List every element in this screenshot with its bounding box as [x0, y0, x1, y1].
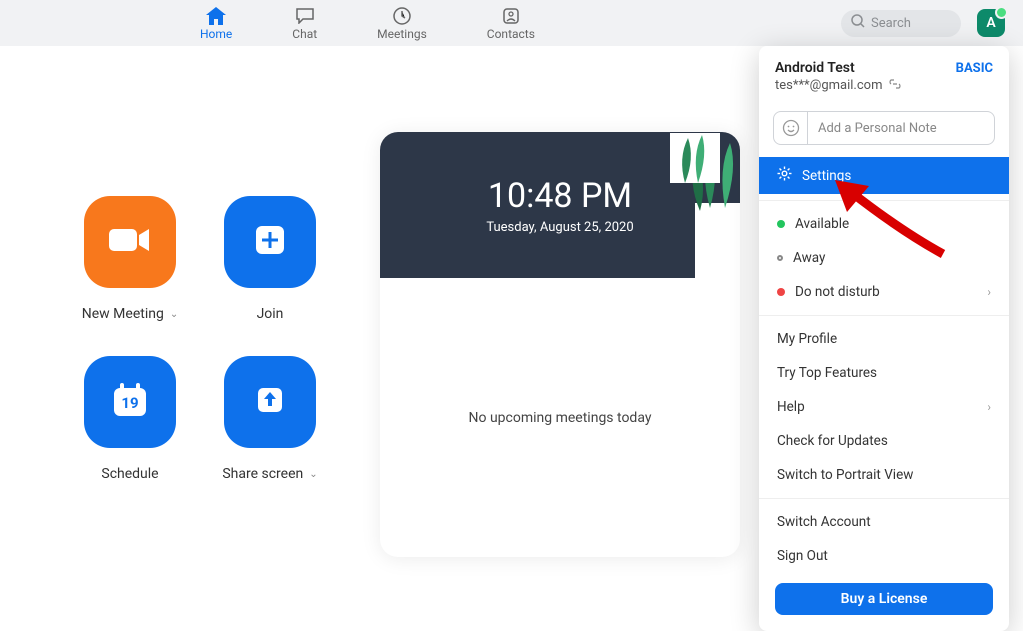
- action-label: New Meeting: [82, 306, 164, 322]
- tab-contacts[interactable]: Contacts: [487, 6, 535, 41]
- plant-decoration: [660, 132, 740, 278]
- panel-time: 10:48 PM: [488, 176, 632, 216]
- status-available-icon: [777, 220, 785, 228]
- emoji-icon: [774, 111, 808, 145]
- menu-settings[interactable]: Settings: [759, 157, 1009, 194]
- personal-note-input[interactable]: Add a Personal Note: [773, 111, 995, 145]
- menu-portrait-view[interactable]: Switch to Portrait View: [759, 458, 1009, 492]
- action-join: Join: [200, 196, 340, 356]
- menu-label: Help: [777, 399, 805, 415]
- buy-license-button[interactable]: Buy a License: [775, 583, 993, 615]
- tab-chat-label: Chat: [292, 27, 317, 41]
- buy-license-label: Buy a License: [841, 591, 928, 607]
- action-label: Schedule: [101, 466, 158, 482]
- profile-dropdown: Android Test BASIC tes***@gmail.com Add …: [759, 46, 1009, 631]
- menu-label: Do not disturb: [795, 284, 880, 300]
- schedule-button[interactable]: 19: [84, 356, 176, 448]
- link-icon: [888, 78, 902, 93]
- menu-label: Settings: [802, 168, 851, 184]
- chevron-down-icon: ⌄: [309, 469, 317, 480]
- tab-meetings-label: Meetings: [377, 27, 427, 41]
- menu-label: Check for Updates: [777, 433, 888, 449]
- action-label: Join: [257, 306, 284, 322]
- note-placeholder: Add a Personal Note: [808, 121, 994, 136]
- chevron-right-icon: ›: [987, 285, 991, 299]
- menu-switch-account[interactable]: Switch Account: [759, 505, 1009, 539]
- menu-my-profile[interactable]: My Profile: [759, 322, 1009, 356]
- home-icon: [206, 6, 226, 26]
- tab-meetings[interactable]: Meetings: [377, 6, 427, 41]
- profile-name: Android Test: [775, 60, 855, 76]
- menu-label: Available: [795, 216, 849, 232]
- panel-body: No upcoming meetings today: [380, 278, 740, 557]
- dropdown-header: Android Test BASIC tes***@gmail.com: [759, 46, 1009, 101]
- share-up-icon: [252, 382, 288, 422]
- calendar-day: 19: [109, 394, 151, 412]
- menu-label: Switch to Portrait View: [777, 467, 913, 483]
- search-placeholder: Search: [871, 16, 911, 31]
- separator: [759, 315, 1009, 316]
- tab-home[interactable]: Home: [200, 6, 232, 41]
- tab-contacts-label: Contacts: [487, 27, 535, 41]
- panel-hero: 10:48 PM Tuesday, August 25, 2020: [380, 132, 740, 278]
- action-new-meeting: New Meeting ⌄: [60, 196, 200, 356]
- menu-dnd[interactable]: Do not disturb ›: [759, 275, 1009, 309]
- menu-label: Away: [793, 250, 825, 266]
- chevron-right-icon: ›: [987, 400, 991, 414]
- tab-chat[interactable]: Chat: [292, 6, 317, 41]
- chevron-down-icon: ⌄: [170, 309, 178, 320]
- separator: [759, 498, 1009, 499]
- action-share-screen: Share screen ⌄: [200, 356, 340, 516]
- new-meeting-label-row[interactable]: New Meeting ⌄: [82, 306, 178, 322]
- menu-sign-out[interactable]: Sign Out: [759, 539, 1009, 573]
- menu-label: Switch Account: [777, 514, 871, 530]
- status-dnd-icon: [777, 288, 785, 296]
- plan-badge: BASIC: [956, 61, 993, 76]
- menu-label: Try Top Features: [777, 365, 877, 381]
- tab-home-label: Home: [200, 27, 232, 41]
- actions-grid: New Meeting ⌄ Join 19 Schedule: [60, 96, 340, 557]
- new-meeting-button[interactable]: [84, 196, 176, 288]
- avatar-letter: A: [986, 15, 995, 31]
- separator: [759, 200, 1009, 201]
- gear-icon: [777, 166, 792, 185]
- menu-check-updates[interactable]: Check for Updates: [759, 424, 1009, 458]
- no-meetings-text: No upcoming meetings today: [469, 410, 652, 426]
- meetings-panel: 10:48 PM Tuesday, August 25, 2020 No upc…: [380, 132, 740, 557]
- menu-label: My Profile: [777, 331, 837, 347]
- top-navbar: Home Chat Meetings Contacts Search: [0, 0, 1023, 46]
- menu-away[interactable]: Away: [759, 241, 1009, 275]
- search-icon: [851, 14, 865, 32]
- menu-try-top-features[interactable]: Try Top Features: [759, 356, 1009, 390]
- profile-email: tes***@gmail.com: [775, 78, 882, 93]
- calendar-icon: 19: [109, 380, 151, 424]
- status-away-icon: [777, 255, 783, 261]
- topbar-right: Search A: [841, 0, 1023, 46]
- menu-available[interactable]: Available: [759, 207, 1009, 241]
- share-screen-button[interactable]: [224, 356, 316, 448]
- search-input[interactable]: Search: [841, 10, 961, 37]
- contacts-icon: [501, 6, 521, 26]
- chat-icon: [295, 6, 315, 26]
- video-icon: [107, 225, 153, 259]
- plus-icon: [252, 222, 288, 262]
- clock-icon: [392, 6, 412, 26]
- menu-help[interactable]: Help ›: [759, 390, 1009, 424]
- action-label: Share screen: [222, 466, 303, 482]
- avatar[interactable]: A: [977, 9, 1005, 37]
- menu-label: Sign Out: [777, 548, 828, 564]
- nav-tabs: Home Chat Meetings Contacts: [200, 0, 535, 46]
- action-schedule: 19 Schedule: [60, 356, 200, 516]
- join-button[interactable]: [224, 196, 316, 288]
- panel-date: Tuesday, August 25, 2020: [486, 220, 633, 235]
- share-screen-label-row[interactable]: Share screen ⌄: [222, 466, 317, 482]
